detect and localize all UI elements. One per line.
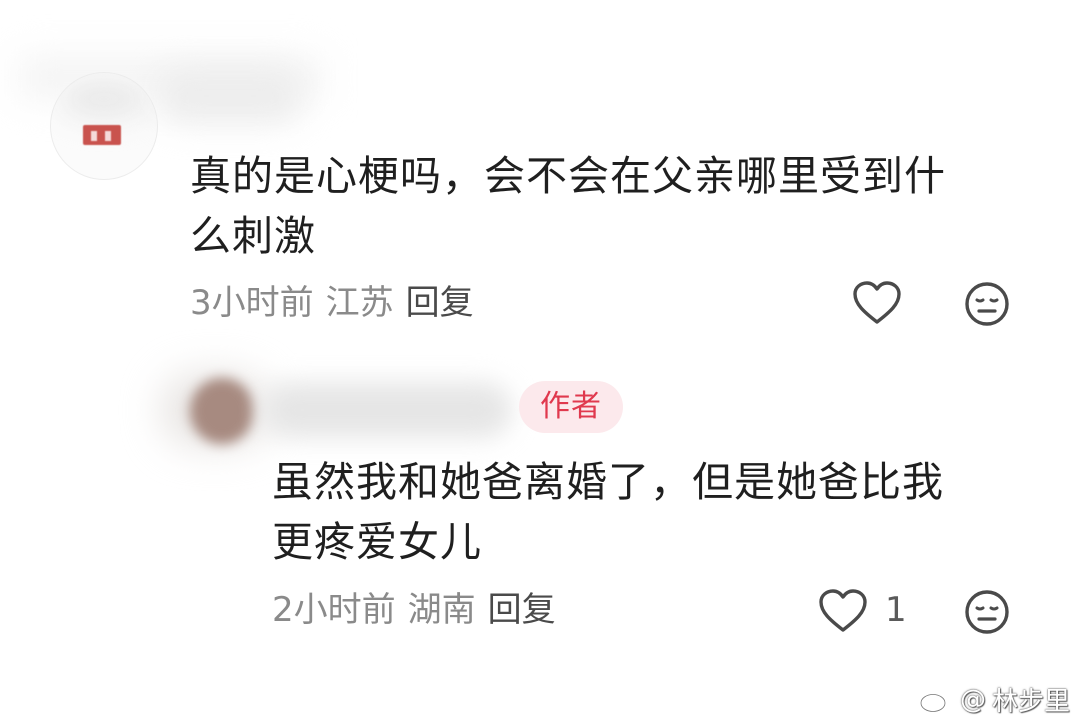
neutral-face-icon	[965, 282, 1009, 326]
avatar-image	[83, 125, 121, 145]
commenter-avatar[interactable]	[50, 72, 158, 180]
like-count: 1	[885, 590, 907, 630]
comment-text: 真的是心梗吗，会不会在父亲哪里受到什 么刺激	[190, 152, 946, 260]
like-button[interactable]	[852, 278, 902, 328]
dislike-button[interactable]	[963, 280, 1011, 328]
dislike-button[interactable]	[963, 588, 1011, 636]
heart-outline-icon	[819, 589, 867, 632]
comment-text: 虽然我和她爸离婚了，但是她爸比我 更疼爱女儿	[272, 458, 944, 566]
watermark-name: 林步里	[991, 687, 1070, 717]
neutral-face-icon	[965, 590, 1009, 634]
weibo-logo-icon	[919, 686, 954, 713]
avatar-blur	[59, 79, 149, 119]
comment-thread: 真的是心梗吗，会不会在父亲哪里受到什 么刺激 3小时前 江苏 回复 作者 虽然我和她…	[0, 0, 1080, 724]
like-button[interactable]	[818, 586, 868, 636]
comment-location: 湖南	[407, 590, 476, 630]
watermark-symbol: @	[959, 684, 986, 715]
comment-time: 3小时前	[190, 283, 314, 323]
comment-time: 2小时前	[272, 590, 396, 630]
watermark: @ 林步里	[918, 681, 1070, 718]
author-badge: 作者	[519, 381, 623, 433]
comment-meta: 3小时前 江苏 回复	[190, 283, 474, 323]
author-avatar[interactable]	[190, 378, 254, 444]
reply-button[interactable]: 回复	[488, 590, 556, 630]
heart-outline-icon	[853, 281, 901, 324]
commenter-name-blurred[interactable]	[160, 70, 300, 122]
author-name-blurred[interactable]	[262, 382, 512, 438]
comment-location: 江苏	[325, 283, 394, 323]
comment-meta: 2小时前 湖南 回复	[272, 590, 556, 630]
reply-button[interactable]: 回复	[406, 283, 474, 323]
